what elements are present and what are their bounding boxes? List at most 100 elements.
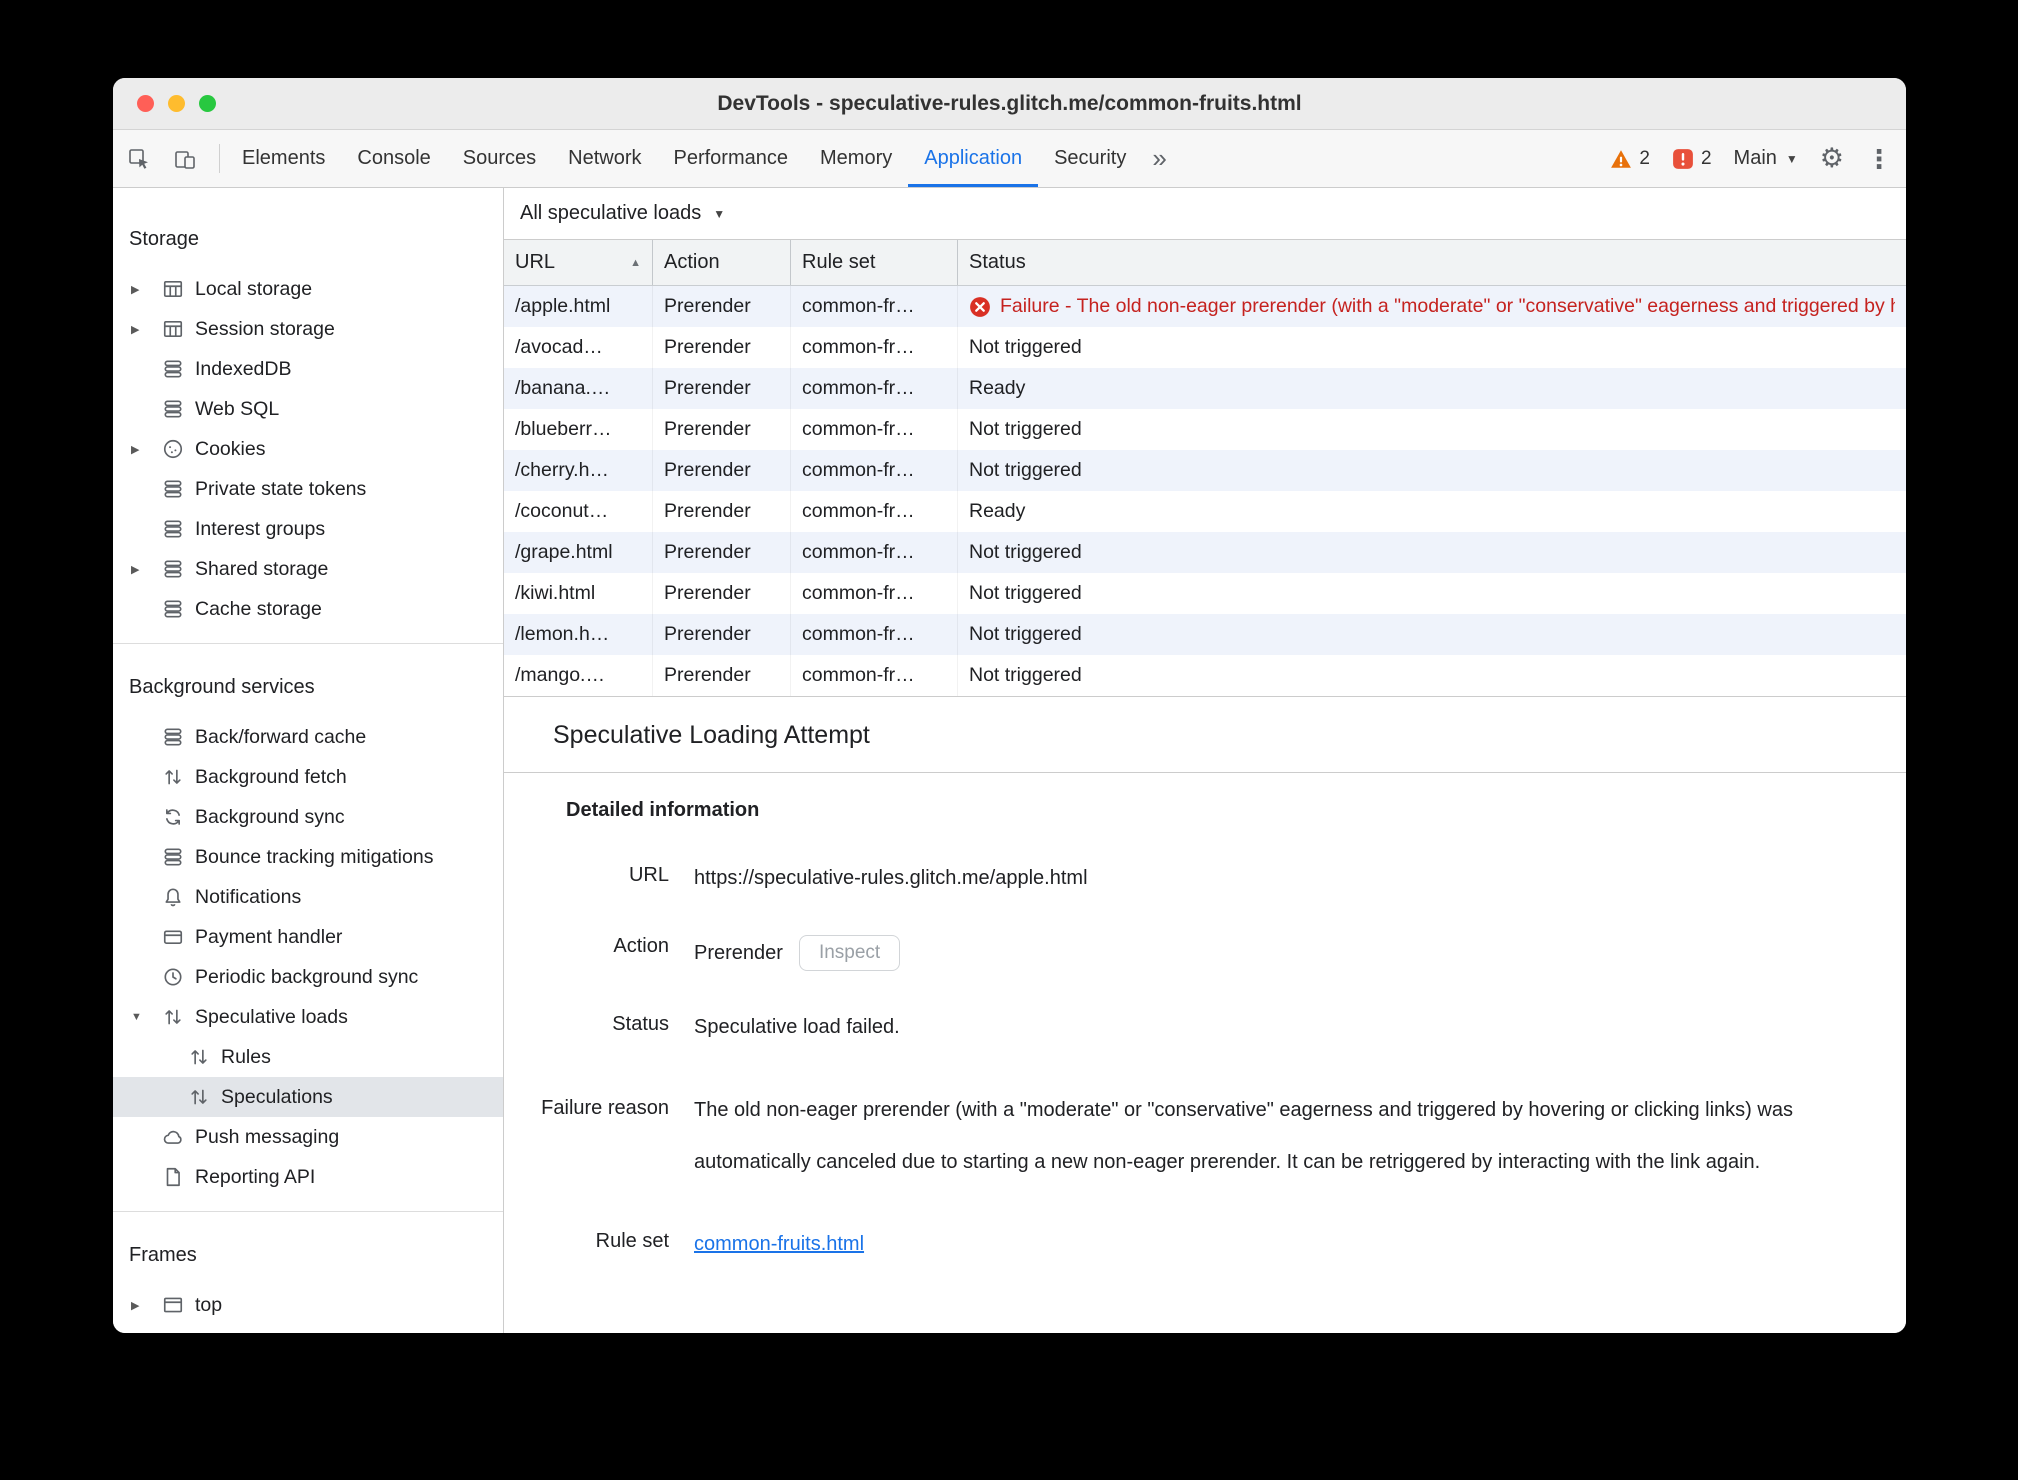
issues-badge[interactable]: 2: [1672, 148, 1712, 170]
minimize-window-button[interactable]: [168, 95, 185, 112]
warnings-badge[interactable]: 2: [1610, 148, 1650, 170]
sidebar-item-indexeddb[interactable]: IndexedDB: [113, 349, 503, 389]
cell-action: Prerender: [653, 491, 791, 532]
table-row-kiwi-html[interactable]: /kiwi.html Prerender common-fr… Not trigger…: [504, 573, 1906, 614]
chevron-right-icon[interactable]: ▶: [131, 563, 161, 576]
close-window-button[interactable]: [137, 95, 154, 112]
sidebar-item-label: Bounce tracking mitigations: [195, 845, 434, 868]
document-icon: [161, 1165, 185, 1189]
cell-rule-set: common-fr…: [791, 532, 958, 573]
inspect-element-button[interactable]: [121, 130, 167, 187]
sidebar-item-bounce-tracking-mitigations[interactable]: Bounce tracking mitigations: [113, 837, 503, 877]
database-icon: [161, 477, 185, 501]
execution-context-selector[interactable]: Main ▼: [1734, 147, 1798, 170]
sort-ascending-icon: ▲: [630, 256, 641, 269]
sidebar-item-background-sync[interactable]: Background sync: [113, 797, 503, 837]
column-header-rule-set[interactable]: Rule set: [791, 240, 958, 285]
cell-action: Prerender: [653, 409, 791, 450]
table-row-mango[interactable]: /mango.… Prerender common-fr… Not triggered: [504, 655, 1906, 696]
sidebar-item-session-storage[interactable]: ▶ Session storage: [113, 309, 503, 349]
inspect-button[interactable]: Inspect: [798, 935, 901, 971]
cell-status: Not triggered: [969, 664, 1082, 686]
sidebar-item-background-fetch[interactable]: Background fetch: [113, 757, 503, 797]
sidebar-item-speculative-loads[interactable]: ▼ Speculative loads: [113, 997, 503, 1037]
warning-count: 2: [1639, 147, 1650, 169]
database-icon: [161, 557, 185, 581]
sidebar-item-notifications[interactable]: Notifications: [113, 877, 503, 917]
cell-status: Ready: [969, 500, 1026, 522]
sidebar-item-push-messaging[interactable]: Push messaging: [113, 1117, 503, 1157]
table-row-blueberr[interactable]: /blueberr… Prerender common-fr… Not trigger…: [504, 409, 1906, 450]
action-value: Prerender: [694, 941, 783, 964]
cell-url: /lemon.h…: [504, 614, 653, 655]
sidebar-item-periodic-background-sync[interactable]: Periodic background sync: [113, 957, 503, 997]
more-tabs-button[interactable]: »: [1142, 130, 1176, 187]
cell-rule-set: common-fr…: [791, 327, 958, 368]
cell-url: /grape.html: [504, 532, 653, 573]
sidebar-item-label: Private state tokens: [195, 477, 367, 500]
column-header-status[interactable]: Status: [958, 240, 1906, 285]
rule-set-link[interactable]: common-fruits.html: [694, 1233, 864, 1255]
tab-sources[interactable]: Sources: [447, 130, 552, 187]
sidebar-item-private-state-tokens[interactable]: Private state tokens: [113, 469, 503, 509]
execution-context-label: Main: [1733, 147, 1777, 169]
sidebar-item-web-sql[interactable]: Web SQL: [113, 389, 503, 429]
toggle-device-toolbar-button[interactable]: [167, 130, 213, 187]
table-row-grape-html[interactable]: /grape.html Prerender common-fr… Not trigge…: [504, 532, 1906, 573]
chevron-right-icon[interactable]: ▶: [131, 283, 161, 296]
cell-action: Prerender: [653, 532, 791, 573]
column-header-action[interactable]: Action: [653, 240, 791, 285]
sidebar-item-cache-storage[interactable]: Cache storage: [113, 589, 503, 629]
sidebar-item-top[interactable]: ▶ top: [113, 1285, 503, 1325]
table-row-banana[interactable]: /banana.… Prerender common-fr… Ready: [504, 368, 1906, 409]
sidebar-item-label: Reporting API: [195, 1165, 316, 1188]
chevron-right-icon[interactable]: ▶: [131, 443, 161, 456]
detail-row-status: Status Speculative load failed.: [504, 1013, 1860, 1042]
tab-performance[interactable]: Performance: [658, 130, 805, 187]
tab-elements[interactable]: Elements: [226, 130, 341, 187]
table-row-cherry-h[interactable]: /cherry.h… Prerender common-fr… Not trigger…: [504, 450, 1906, 491]
column-header-url[interactable]: URL ▲: [504, 240, 653, 285]
database-icon: [161, 397, 185, 421]
kebab-menu-icon[interactable]: ⋮: [1866, 146, 1892, 172]
tab-network[interactable]: Network: [552, 130, 657, 187]
sidebar-item-back-forward-cache[interactable]: Back/forward cache: [113, 717, 503, 757]
chevron-down-icon[interactable]: ▼: [713, 207, 725, 221]
sidebar-item-label: Local storage: [195, 277, 313, 300]
sidebar-item-reporting-api[interactable]: Reporting API: [113, 1157, 503, 1197]
issue-count: 2: [1700, 147, 1712, 169]
table-row-lemon-h[interactable]: /lemon.h… Prerender common-fr… Not triggere…: [504, 614, 1906, 655]
tab-security[interactable]: Security: [1038, 130, 1142, 187]
tab-memory[interactable]: Memory: [804, 130, 908, 187]
sidebar-item-label: IndexedDB: [195, 357, 292, 380]
sidebar-item-payment-handler[interactable]: Payment handler: [113, 917, 503, 957]
sidebar-item-interest-groups[interactable]: Interest groups: [113, 509, 503, 549]
sidebar-item-label: Speculative loads: [195, 1005, 348, 1028]
settings-gear-icon[interactable]: ⚙: [1820, 145, 1844, 172]
table-row-coconut[interactable]: /coconut… Prerender common-fr… Ready: [504, 491, 1906, 532]
bell-icon: [161, 885, 185, 909]
table-row-avocad[interactable]: /avocad… Prerender common-fr… Not triggered: [504, 327, 1906, 368]
chevron-down-icon: ▼: [1785, 151, 1798, 166]
sidebar-item-rules[interactable]: Rules: [113, 1037, 503, 1077]
device-toolbar-icon: [173, 147, 197, 171]
sidebar-item-speculations[interactable]: Speculations: [113, 1077, 503, 1117]
chevron-right-icon[interactable]: ▶: [131, 1299, 161, 1312]
speculative-loads-filter[interactable]: All speculative loads: [520, 202, 701, 225]
column-label: Action: [664, 251, 720, 273]
sidebar-item-cookies[interactable]: ▶ Cookies: [113, 429, 503, 469]
zoom-window-button[interactable]: [199, 95, 216, 112]
status-label: Status: [612, 1013, 669, 1035]
sidebar-item-local-storage[interactable]: ▶ Local storage: [113, 269, 503, 309]
payment-card-icon: [161, 925, 185, 949]
warning-triangle-icon: [1611, 149, 1632, 168]
details-pane: Speculative Loading Attempt Detailed inf…: [504, 697, 1906, 1333]
chevron-right-icon[interactable]: ▶: [131, 323, 161, 336]
tab-application[interactable]: Application: [908, 130, 1039, 187]
chevron-down-icon[interactable]: ▼: [131, 1011, 161, 1023]
tab-console[interactable]: Console: [341, 130, 446, 187]
table-row-apple-html[interactable]: /apple.html Prerender common-fr… Failure - …: [504, 286, 1906, 327]
url-label: URL: [628, 864, 669, 886]
detail-row-action: Action Prerender Inspect: [504, 935, 1860, 971]
sidebar-item-shared-storage[interactable]: ▶ Shared storage: [113, 549, 503, 589]
